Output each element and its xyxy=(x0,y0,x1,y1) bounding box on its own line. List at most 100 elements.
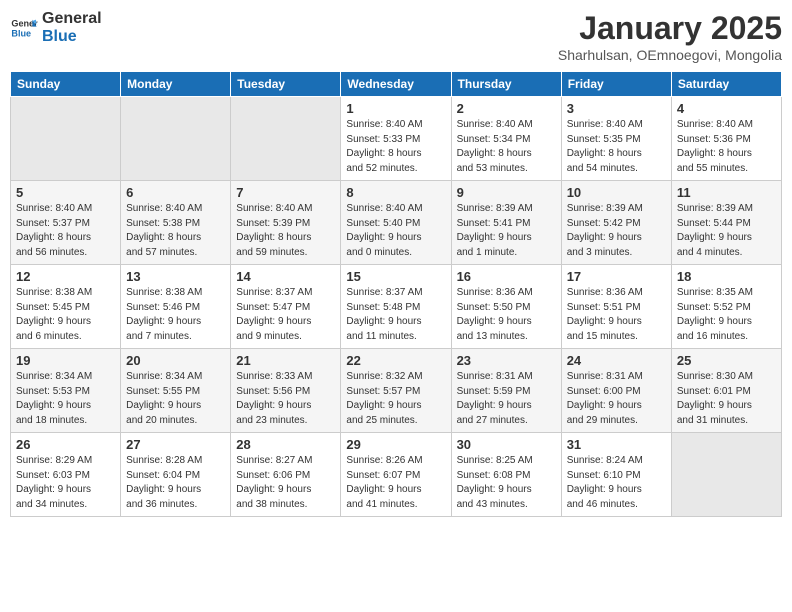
calendar-week-row: 12 Sunrise: 8:38 AM Sunset: 5:45 PM Dayli… xyxy=(11,265,782,349)
day-info: Sunrise: 8:31 AM Sunset: 5:59 PM Dayligh… xyxy=(457,370,556,428)
calendar-week-row: 1Sunrise: 8:40 AM Sunset: 5:33 PM Daylig… xyxy=(11,97,782,181)
calendar-day-cell: 13Sunrise: 8:38 AM Sunset: 5:46 PM Dayli… xyxy=(121,265,231,349)
calendar-day-cell: 16Sunrise: 8:36 AM Sunset: 5:50 PM Dayli… xyxy=(451,265,561,349)
calendar-day-cell: 11Sunrise: 8:39 AM Sunset: 5:44 PM Dayli… xyxy=(671,181,781,265)
logo-general: General xyxy=(42,10,102,28)
day-number: 14 xyxy=(236,269,335,284)
calendar-day-cell: 7 Sunrise: 8:40 AM Sunset: 5:39 PM Daylig… xyxy=(231,181,341,265)
day-number: 29 xyxy=(346,437,445,452)
day-number: 13 xyxy=(126,269,225,284)
weekday-header: Saturday xyxy=(671,72,781,97)
calendar-day-cell: 18 Sunrise: 8:35 AM Sunset: 5:52 PM Dayli… xyxy=(671,265,781,349)
day-number: 3 xyxy=(567,101,666,116)
weekday-header: Tuesday xyxy=(231,72,341,97)
day-info: Sunrise: 8:40 AM Sunset: 5:35 PM Dayligh… xyxy=(567,118,666,176)
calendar-day-cell: 9 Sunrise: 8:39 AM Sunset: 5:41 PM Daylig… xyxy=(451,181,561,265)
logo-blue: Blue xyxy=(42,28,102,46)
calendar-day-cell: 1Sunrise: 8:40 AM Sunset: 5:33 PM Daylig… xyxy=(341,97,451,181)
calendar-table: SundayMondayTuesdayWednesdayThursdayFrid… xyxy=(10,71,782,517)
day-number: 22 xyxy=(346,353,445,368)
day-number: 23 xyxy=(457,353,556,368)
day-number: 20 xyxy=(126,353,225,368)
day-number: 24 xyxy=(567,353,666,368)
day-number: 12 xyxy=(16,269,115,284)
calendar-day-cell: 31Sunrise: 8:24 AM Sunset: 6:10 PM Dayli… xyxy=(561,433,671,517)
day-info: Sunrise: 8:40 AM Sunset: 5:39 PM Dayligh… xyxy=(236,202,335,260)
day-number: 25 xyxy=(677,353,776,368)
weekday-header: Monday xyxy=(121,72,231,97)
calendar-day-cell: 25 Sunrise: 8:30 AM Sunset: 6:01 PM Dayli… xyxy=(671,349,781,433)
day-info: Sunrise: 8:36 AM Sunset: 5:51 PM Dayligh… xyxy=(567,286,666,344)
day-number: 31 xyxy=(567,437,666,452)
day-number: 2 xyxy=(457,101,556,116)
day-info: Sunrise: 8:27 AM Sunset: 6:06 PM Dayligh… xyxy=(236,454,335,512)
calendar-day-cell: 26 Sunrise: 8:29 AM Sunset: 6:03 PM Dayli… xyxy=(11,433,121,517)
day-number: 5 xyxy=(16,185,115,200)
calendar-day-cell: 8Sunrise: 8:40 AM Sunset: 5:40 PM Daylig… xyxy=(341,181,451,265)
location-subtitle: Sharhulsan, OEmnoegovi, Mongolia xyxy=(558,47,782,63)
calendar-day-cell: 22Sunrise: 8:32 AM Sunset: 5:57 PM Dayli… xyxy=(341,349,451,433)
day-info: Sunrise: 8:40 AM Sunset: 5:38 PM Dayligh… xyxy=(126,202,225,260)
calendar-day-cell: 12 Sunrise: 8:38 AM Sunset: 5:45 PM Dayli… xyxy=(11,265,121,349)
weekday-header: Thursday xyxy=(451,72,561,97)
calendar-day-cell: 4 Sunrise: 8:40 AM Sunset: 5:36 PM Daylig… xyxy=(671,97,781,181)
day-info: Sunrise: 8:34 AM Sunset: 5:55 PM Dayligh… xyxy=(126,370,225,428)
calendar-day-cell xyxy=(11,97,121,181)
day-number: 1 xyxy=(346,101,445,116)
calendar-day-cell: 21Sunrise: 8:33 AM Sunset: 5:56 PM Dayli… xyxy=(231,349,341,433)
calendar-day-cell xyxy=(121,97,231,181)
day-number: 28 xyxy=(236,437,335,452)
calendar-day-cell: 20 Sunrise: 8:34 AM Sunset: 5:55 PM Dayli… xyxy=(121,349,231,433)
day-info: Sunrise: 8:39 AM Sunset: 5:42 PM Dayligh… xyxy=(567,202,666,260)
calendar-week-row: 19Sunrise: 8:34 AM Sunset: 5:53 PM Dayli… xyxy=(11,349,782,433)
day-number: 18 xyxy=(677,269,776,284)
day-info: Sunrise: 8:40 AM Sunset: 5:34 PM Dayligh… xyxy=(457,118,556,176)
day-number: 26 xyxy=(16,437,115,452)
calendar-day-cell: 5 Sunrise: 8:40 AM Sunset: 5:37 PM Daylig… xyxy=(11,181,121,265)
day-info: Sunrise: 8:26 AM Sunset: 6:07 PM Dayligh… xyxy=(346,454,445,512)
day-number: 15 xyxy=(346,269,445,284)
day-info: Sunrise: 8:38 AM Sunset: 5:45 PM Dayligh… xyxy=(16,286,115,344)
calendar-day-cell: 2 Sunrise: 8:40 AM Sunset: 5:34 PM Daylig… xyxy=(451,97,561,181)
day-number: 10 xyxy=(567,185,666,200)
logo: General Blue General Blue xyxy=(10,10,102,45)
day-info: Sunrise: 8:35 AM Sunset: 5:52 PM Dayligh… xyxy=(677,286,776,344)
day-number: 9 xyxy=(457,185,556,200)
calendar-body: 1Sunrise: 8:40 AM Sunset: 5:33 PM Daylig… xyxy=(11,97,782,517)
day-info: Sunrise: 8:34 AM Sunset: 5:53 PM Dayligh… xyxy=(16,370,115,428)
calendar-day-cell: 15 Sunrise: 8:37 AM Sunset: 5:48 PM Dayli… xyxy=(341,265,451,349)
calendar-day-cell: 29 Sunrise: 8:26 AM Sunset: 6:07 PM Dayli… xyxy=(341,433,451,517)
calendar-day-cell: 10 Sunrise: 8:39 AM Sunset: 5:42 PM Dayli… xyxy=(561,181,671,265)
calendar-day-cell: 28 Sunrise: 8:27 AM Sunset: 6:06 PM Dayli… xyxy=(231,433,341,517)
calendar-day-cell xyxy=(231,97,341,181)
day-info: Sunrise: 8:40 AM Sunset: 5:37 PM Dayligh… xyxy=(16,202,115,260)
day-number: 4 xyxy=(677,101,776,116)
day-number: 27 xyxy=(126,437,225,452)
day-info: Sunrise: 8:39 AM Sunset: 5:41 PM Dayligh… xyxy=(457,202,556,260)
calendar-day-cell: 3 Sunrise: 8:40 AM Sunset: 5:35 PM Daylig… xyxy=(561,97,671,181)
day-info: Sunrise: 8:37 AM Sunset: 5:48 PM Dayligh… xyxy=(346,286,445,344)
calendar-header: SundayMondayTuesdayWednesdayThursdayFrid… xyxy=(11,72,782,97)
day-info: Sunrise: 8:36 AM Sunset: 5:50 PM Dayligh… xyxy=(457,286,556,344)
calendar-day-cell: 30Sunrise: 8:25 AM Sunset: 6:08 PM Dayli… xyxy=(451,433,561,517)
day-info: Sunrise: 8:30 AM Sunset: 6:01 PM Dayligh… xyxy=(677,370,776,428)
calendar-day-cell: 24 Sunrise: 8:31 AM Sunset: 6:00 PM Dayli… xyxy=(561,349,671,433)
calendar-day-cell: 6 Sunrise: 8:40 AM Sunset: 5:38 PM Daylig… xyxy=(121,181,231,265)
day-info: Sunrise: 8:40 AM Sunset: 5:36 PM Dayligh… xyxy=(677,118,776,176)
day-number: 30 xyxy=(457,437,556,452)
day-number: 6 xyxy=(126,185,225,200)
day-info: Sunrise: 8:31 AM Sunset: 6:00 PM Dayligh… xyxy=(567,370,666,428)
title-block: January 2025 Sharhulsan, OEmnoegovi, Mon… xyxy=(558,10,782,63)
calendar-day-cell: 14Sunrise: 8:37 AM Sunset: 5:47 PM Dayli… xyxy=(231,265,341,349)
day-number: 7 xyxy=(236,185,335,200)
day-number: 8 xyxy=(346,185,445,200)
page-header: General Blue General Blue January 2025 S… xyxy=(10,10,782,63)
svg-text:Blue: Blue xyxy=(11,28,31,38)
day-info: Sunrise: 8:29 AM Sunset: 6:03 PM Dayligh… xyxy=(16,454,115,512)
weekday-header: Friday xyxy=(561,72,671,97)
calendar-day-cell xyxy=(671,433,781,517)
calendar-day-cell: 23 Sunrise: 8:31 AM Sunset: 5:59 PM Dayli… xyxy=(451,349,561,433)
calendar-day-cell: 17Sunrise: 8:36 AM Sunset: 5:51 PM Dayli… xyxy=(561,265,671,349)
logo-icon: General Blue xyxy=(10,14,38,42)
weekday-header: Wednesday xyxy=(341,72,451,97)
